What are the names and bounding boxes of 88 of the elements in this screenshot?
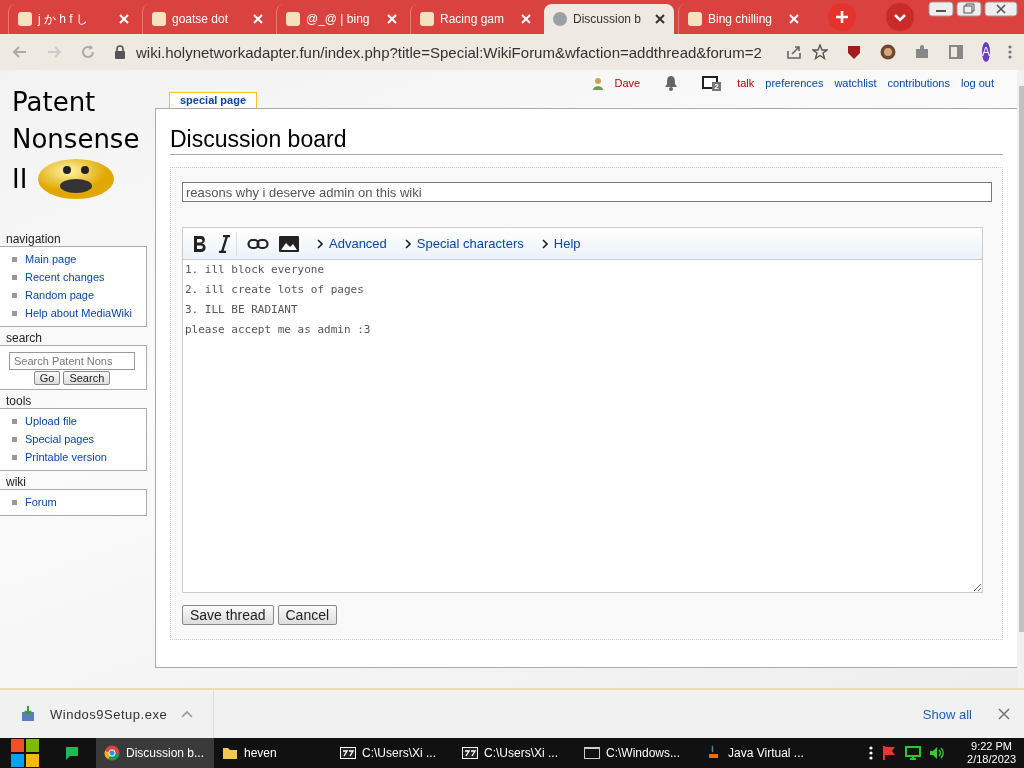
browser-tab[interactable]: Discussion b	[544, 4, 674, 34]
smiley-face-icon	[37, 158, 116, 200]
folder-icon	[222, 745, 238, 761]
portlet-heading: wiki	[5, 475, 27, 489]
personal-link[interactable]: talk	[737, 77, 755, 89]
taskbar-button[interactable]: Java Virtual ...	[698, 738, 820, 768]
download-file-icon	[20, 706, 36, 722]
bullet-icon	[12, 311, 17, 316]
bell-icon[interactable]	[664, 75, 679, 91]
browser-icon	[104, 745, 120, 761]
chevron-right-icon	[541, 238, 548, 249]
taskbar-button[interactable]: C:\Users\Xi ...	[332, 738, 454, 768]
bullet-icon	[12, 455, 17, 460]
flag-icon[interactable]	[881, 745, 898, 761]
bullet-icon	[12, 419, 17, 424]
user-icon	[591, 76, 604, 90]
bullet-icon	[12, 293, 17, 298]
toolbar-group-link[interactable]: Special characters	[404, 236, 524, 251]
bullet-icon	[12, 437, 17, 442]
bullet-icon	[12, 257, 17, 262]
message-field[interactable]: 1. ill block everyone 2. ill create lots of pages 3. ILL BE RADIANT please accept me as admin :3	[182, 260, 983, 593]
portlet-heading: navigation	[5, 232, 62, 246]
address-bar[interactable]: wiki.holynetworkadapter.fun/index.php?title=Special:WikiForum&wfaction=addthread&forum=2	[114, 38, 828, 66]
link-icon[interactable]	[247, 237, 269, 250]
bullet-icon	[12, 500, 17, 505]
chevron-right-icon	[317, 238, 323, 249]
profile-avatar[interactable]: A	[981, 42, 990, 62]
close-icon[interactable]	[654, 13, 666, 25]
side-panel-icon[interactable]	[947, 44, 964, 60]
logo-text: II	[12, 162, 28, 196]
italic-icon[interactable]	[218, 234, 230, 253]
sidebar-link[interactable]: Printable version	[25, 448, 107, 466]
plus-icon[interactable]	[828, 3, 856, 31]
console-icon	[584, 745, 600, 761]
toolbar-group-link[interactable]: Help	[541, 236, 581, 251]
toolbar-group-link[interactable]: Advanced	[317, 236, 387, 251]
sidebar-link[interactable]: Help about MediaWiki	[25, 304, 132, 322]
personal-link[interactable]: contributions	[887, 77, 950, 89]
sidebar-link[interactable]: Main page	[25, 250, 77, 268]
portlet-heading: search	[5, 331, 44, 345]
notification-count: 2	[712, 82, 721, 91]
form-button[interactable]: Save thread	[182, 605, 274, 625]
sidebar-link[interactable]: Forum	[25, 493, 57, 511]
share-icon[interactable]	[785, 44, 802, 60]
chevron-right-icon	[404, 238, 411, 249]
special-page-tab[interactable]: special page	[169, 92, 258, 108]
personal-link[interactable]: watchlist	[834, 77, 877, 89]
clock-date: 2/18/2023	[967, 753, 1016, 766]
speaker-icon[interactable]	[929, 745, 946, 761]
more-menu-icon[interactable]	[869, 745, 874, 761]
chat-bubble-icon[interactable]	[64, 745, 80, 761]
logo-text: Patent	[12, 86, 96, 119]
image-icon[interactable]	[279, 235, 299, 252]
avatar-icon[interactable]	[879, 44, 896, 60]
logo-text: Nonsense	[12, 123, 140, 156]
show-all-link[interactable]: Show all	[922, 706, 972, 722]
portlet-heading: tools	[5, 394, 33, 408]
taskbar-button[interactable]: heven	[214, 738, 332, 768]
form-button[interactable]: Cancel	[277, 605, 338, 625]
windows-logo-icon[interactable]	[10, 738, 40, 768]
taskbar-button[interactable]: C:\Users\Xi ...	[454, 738, 576, 768]
subject-field[interactable]: reasons why i deserve admin on this wiki	[182, 182, 992, 202]
page-heading: Discussion board	[170, 126, 1003, 155]
monitor-icon[interactable]	[905, 745, 922, 761]
download-filename[interactable]: Windos9Setup.exe	[50, 706, 168, 722]
search-button[interactable]: Search	[63, 371, 111, 385]
minimize-icon[interactable]	[928, 1, 954, 17]
taskbar-button[interactable]: C:\Windows...	[576, 738, 698, 768]
search-field[interactable]: Search Patent Nons	[9, 352, 135, 370]
shield-icon[interactable]	[845, 44, 862, 60]
lock-icon	[114, 45, 126, 59]
search-button[interactable]: Go	[33, 371, 61, 385]
username-link[interactable]: Dave	[614, 77, 641, 89]
bullet-icon	[12, 275, 17, 280]
personal-link[interactable]: preferences	[765, 77, 824, 89]
sidebar-link[interactable]: Recent changes	[25, 268, 105, 286]
clock-time: 9:22 PM	[971, 740, 1012, 753]
sidebar-link[interactable]: Upload file	[25, 412, 77, 430]
bold-icon[interactable]	[192, 234, 208, 253]
sidebar-link[interactable]: Special pages	[25, 430, 95, 448]
chevron-down-icon[interactable]	[886, 3, 914, 31]
restore-icon[interactable]	[956, 1, 982, 17]
close-icon[interactable]	[984, 1, 1018, 17]
taskbar-button[interactable]: Discussion b...	[96, 738, 214, 768]
url-text: wiki.holynetworkadapter.fun/index.php?title=Special:WikiForum&wfaction=addthread&forum=2	[136, 43, 762, 61]
personal-link[interactable]: log out	[960, 77, 994, 89]
sidebar-link[interactable]: Random page	[25, 286, 95, 304]
star-icon[interactable]	[811, 44, 828, 60]
